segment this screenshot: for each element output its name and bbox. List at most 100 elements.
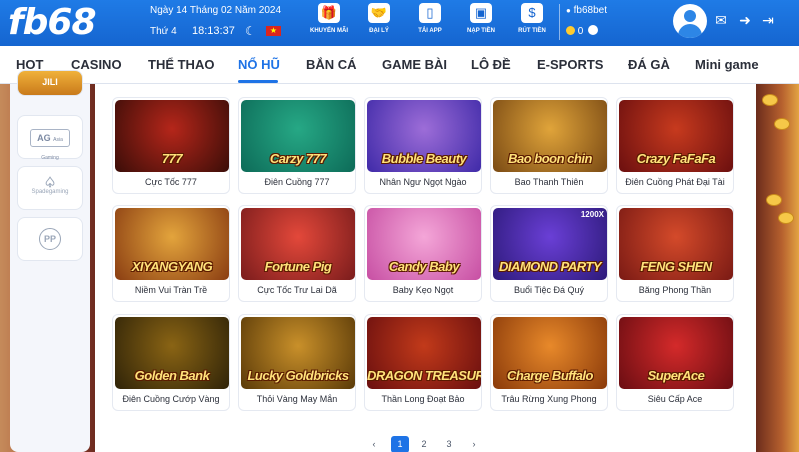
game-card[interactable]: FENG SHEN Băng Phong Thần	[616, 205, 734, 302]
game-card[interactable]: Lucky Goldbricks Thỏi Vàng May Mắn	[238, 314, 356, 411]
game-name: Nhân Ngư Ngọt Ngào	[379, 177, 467, 187]
game-thumbnail[interactable]: Charge Buffalo	[493, 317, 607, 389]
logout-icon[interactable]: ⇥	[760, 12, 776, 28]
game-card[interactable]: SuperAce Siêu Cấp Ace	[616, 314, 734, 411]
game-card[interactable]: Candy Baby Baby Kẹo Ngọt	[364, 205, 482, 302]
coin-decoration	[762, 94, 778, 106]
pp-logo: PP	[39, 228, 61, 250]
page-2-button[interactable]: 2	[415, 436, 433, 452]
game-art-title: Carzy 777	[269, 151, 327, 166]
nav-slots[interactable]: NỔ HŨ	[238, 57, 280, 72]
avatar-head	[684, 10, 696, 22]
game-art-title: FENG SHEN	[640, 259, 712, 274]
prev-page-button[interactable]: ‹	[365, 436, 383, 452]
user-small-icon: ●	[566, 6, 571, 15]
game-card[interactable]: Crazy FaFaFa Điên Cuồng Phát Đại Tài	[616, 97, 734, 194]
withdraw-label: RÚT TIỀN	[518, 28, 546, 34]
jili-logo: JILI	[42, 77, 58, 87]
active-tab-underline	[238, 80, 278, 83]
game-thumbnail[interactable]: Candy Baby	[367, 208, 481, 280]
nav-casino[interactable]: CASINO	[71, 57, 122, 72]
ag-logo: AG Asia Gaming	[30, 129, 70, 161]
page-3-button[interactable]: 3	[440, 436, 458, 452]
game-name: Bao Thanh Thiên	[514, 177, 584, 187]
game-name: Baby Kẹo Ngọt	[392, 285, 454, 295]
withdraw-icon: $	[521, 3, 543, 23]
balance-value: 0	[577, 26, 584, 37]
game-thumbnail[interactable]: 777	[115, 100, 229, 172]
gift-icon: 🎁	[318, 3, 340, 23]
game-thumbnail[interactable]: SuperAce	[619, 317, 733, 389]
game-card[interactable]: Fortune Pig Cực Tốc Trư Lai Dã	[238, 205, 356, 302]
game-art-title: Crazy FaFaFa	[636, 151, 716, 166]
game-name: Điên Cuồng 777	[264, 177, 330, 187]
provider-rail: JILI AG Asia Gaming ♤ Spadegaming PP	[10, 70, 90, 452]
game-thumbnail[interactable]: Crazy FaFaFa	[619, 100, 733, 172]
refresh-icon[interactable]	[588, 25, 599, 35]
avatar-icon[interactable]	[673, 4, 707, 38]
next-page-button[interactable]: ›	[465, 436, 483, 452]
provider-pp[interactable]: PP	[17, 217, 83, 261]
nav-lottery[interactable]: LÔ ĐỀ	[471, 57, 511, 72]
page-1-button[interactable]: 1	[391, 436, 409, 452]
game-thumbnail[interactable]: XIYANGYANG	[115, 208, 229, 280]
top-header: fb68 Ngày 14 Tháng 02 Năm 2024 Thứ 4 18:…	[0, 0, 799, 46]
game-thumbnail[interactable]: Fortune Pig	[241, 208, 355, 280]
vietnam-flag-icon[interactable]: ★	[266, 26, 281, 36]
coin-decoration	[778, 212, 794, 224]
balance: 0	[566, 25, 599, 37]
wallet-icon: ▣	[470, 3, 492, 23]
avatar-body	[678, 24, 702, 38]
game-thumbnail[interactable]: Bao boon chin	[493, 100, 607, 172]
nav-card-games[interactable]: GAME BÀI	[382, 57, 447, 72]
game-card[interactable]: Bao boon chin Bao Thanh Thiên	[490, 97, 608, 194]
game-card[interactable]: Carzy 777 Điên Cuồng 777	[238, 97, 356, 194]
pp-label: PP	[43, 234, 56, 244]
moon-icon[interactable]: ☾	[245, 24, 256, 38]
login-icon[interactable]: ➜	[737, 12, 753, 28]
game-name: Trâu Rừng Xung Phong	[501, 394, 597, 404]
game-art-title: Bubble Beauty	[381, 151, 467, 166]
game-thumbnail[interactable]: DRAGON TREASURE	[367, 317, 481, 389]
nav-sports[interactable]: THỂ THAO	[148, 57, 214, 72]
games-panel: 777 Cực Tốc 777 Carzy 777 Điên Cuồng 777 Bub…	[95, 84, 756, 452]
nav-mini-game[interactable]: Mini game	[695, 57, 759, 72]
spadegaming-label: Spadegaming	[31, 189, 69, 195]
nav-fishing[interactable]: BẮN CÁ	[306, 57, 357, 72]
current-weekday: Thứ 4	[150, 26, 177, 37]
current-date: Ngày 14 Tháng 02 Năm 2024	[150, 5, 282, 16]
game-art-title: DIAMOND PARTY	[498, 259, 602, 274]
game-card[interactable]: Charge Buffalo Trâu Rừng Xung Phong	[490, 314, 608, 411]
game-thumbnail[interactable]: Carzy 777	[241, 100, 355, 172]
game-thumbnail[interactable]: Golden Bank	[115, 317, 229, 389]
mail-icon[interactable]: ✉	[713, 12, 729, 28]
game-card[interactable]: DRAGON TREASURE Thần Long Đoạt Bảo	[364, 314, 482, 411]
site-logo[interactable]: fb68	[8, 2, 97, 43]
game-card[interactable]: 777 Cực Tốc 777	[112, 97, 230, 194]
coin-icon	[566, 26, 575, 35]
game-name: Cực Tốc Trư Lai Dã	[257, 285, 337, 295]
game-thumbnail[interactable]: Bubble Beauty	[367, 100, 481, 172]
game-card[interactable]: Bubble Beauty Nhân Ngư Ngọt Ngào	[364, 97, 482, 194]
withdraw-button[interactable]: $ RÚT TIỀN	[502, 3, 562, 34]
provider-ag[interactable]: AG Asia Gaming	[17, 115, 83, 161]
game-thumbnail[interactable]: FENG SHEN	[619, 208, 733, 280]
provider-spadegaming[interactable]: ♤ Spadegaming	[17, 166, 83, 210]
game-thumbnail[interactable]: Lucky Goldbricks	[241, 317, 355, 389]
game-art-title: Fortune Pig	[264, 259, 332, 274]
game-art-title: DRAGON TREASURE	[367, 368, 481, 383]
game-name: Niềm Vui Tràn Trề	[134, 285, 208, 295]
handshake-icon: 🤝	[368, 3, 390, 23]
ag-label: AG	[37, 133, 51, 143]
game-card[interactable]: XIYANGYANG Niềm Vui Tràn Trề	[112, 205, 230, 302]
game-card[interactable]: Golden Bank Điên Cuồng Cướp Vàng	[112, 314, 230, 411]
nav-cockfight[interactable]: ĐÁ GÀ	[628, 57, 670, 72]
game-art-title: Bao boon chin	[508, 151, 592, 166]
current-time: 18:13:37	[192, 25, 235, 37]
spadegaming-logo: ♤	[43, 174, 57, 190]
game-art-title: Golden Bank	[134, 368, 210, 383]
provider-jili[interactable]: JILI	[17, 70, 83, 96]
nav-esports[interactable]: E-SPORTS	[537, 57, 603, 72]
game-thumbnail[interactable]: DIAMOND PARTY 1200X	[493, 208, 607, 280]
game-card[interactable]: DIAMOND PARTY 1200X Buổi Tiệc Đá Quý	[490, 205, 608, 302]
